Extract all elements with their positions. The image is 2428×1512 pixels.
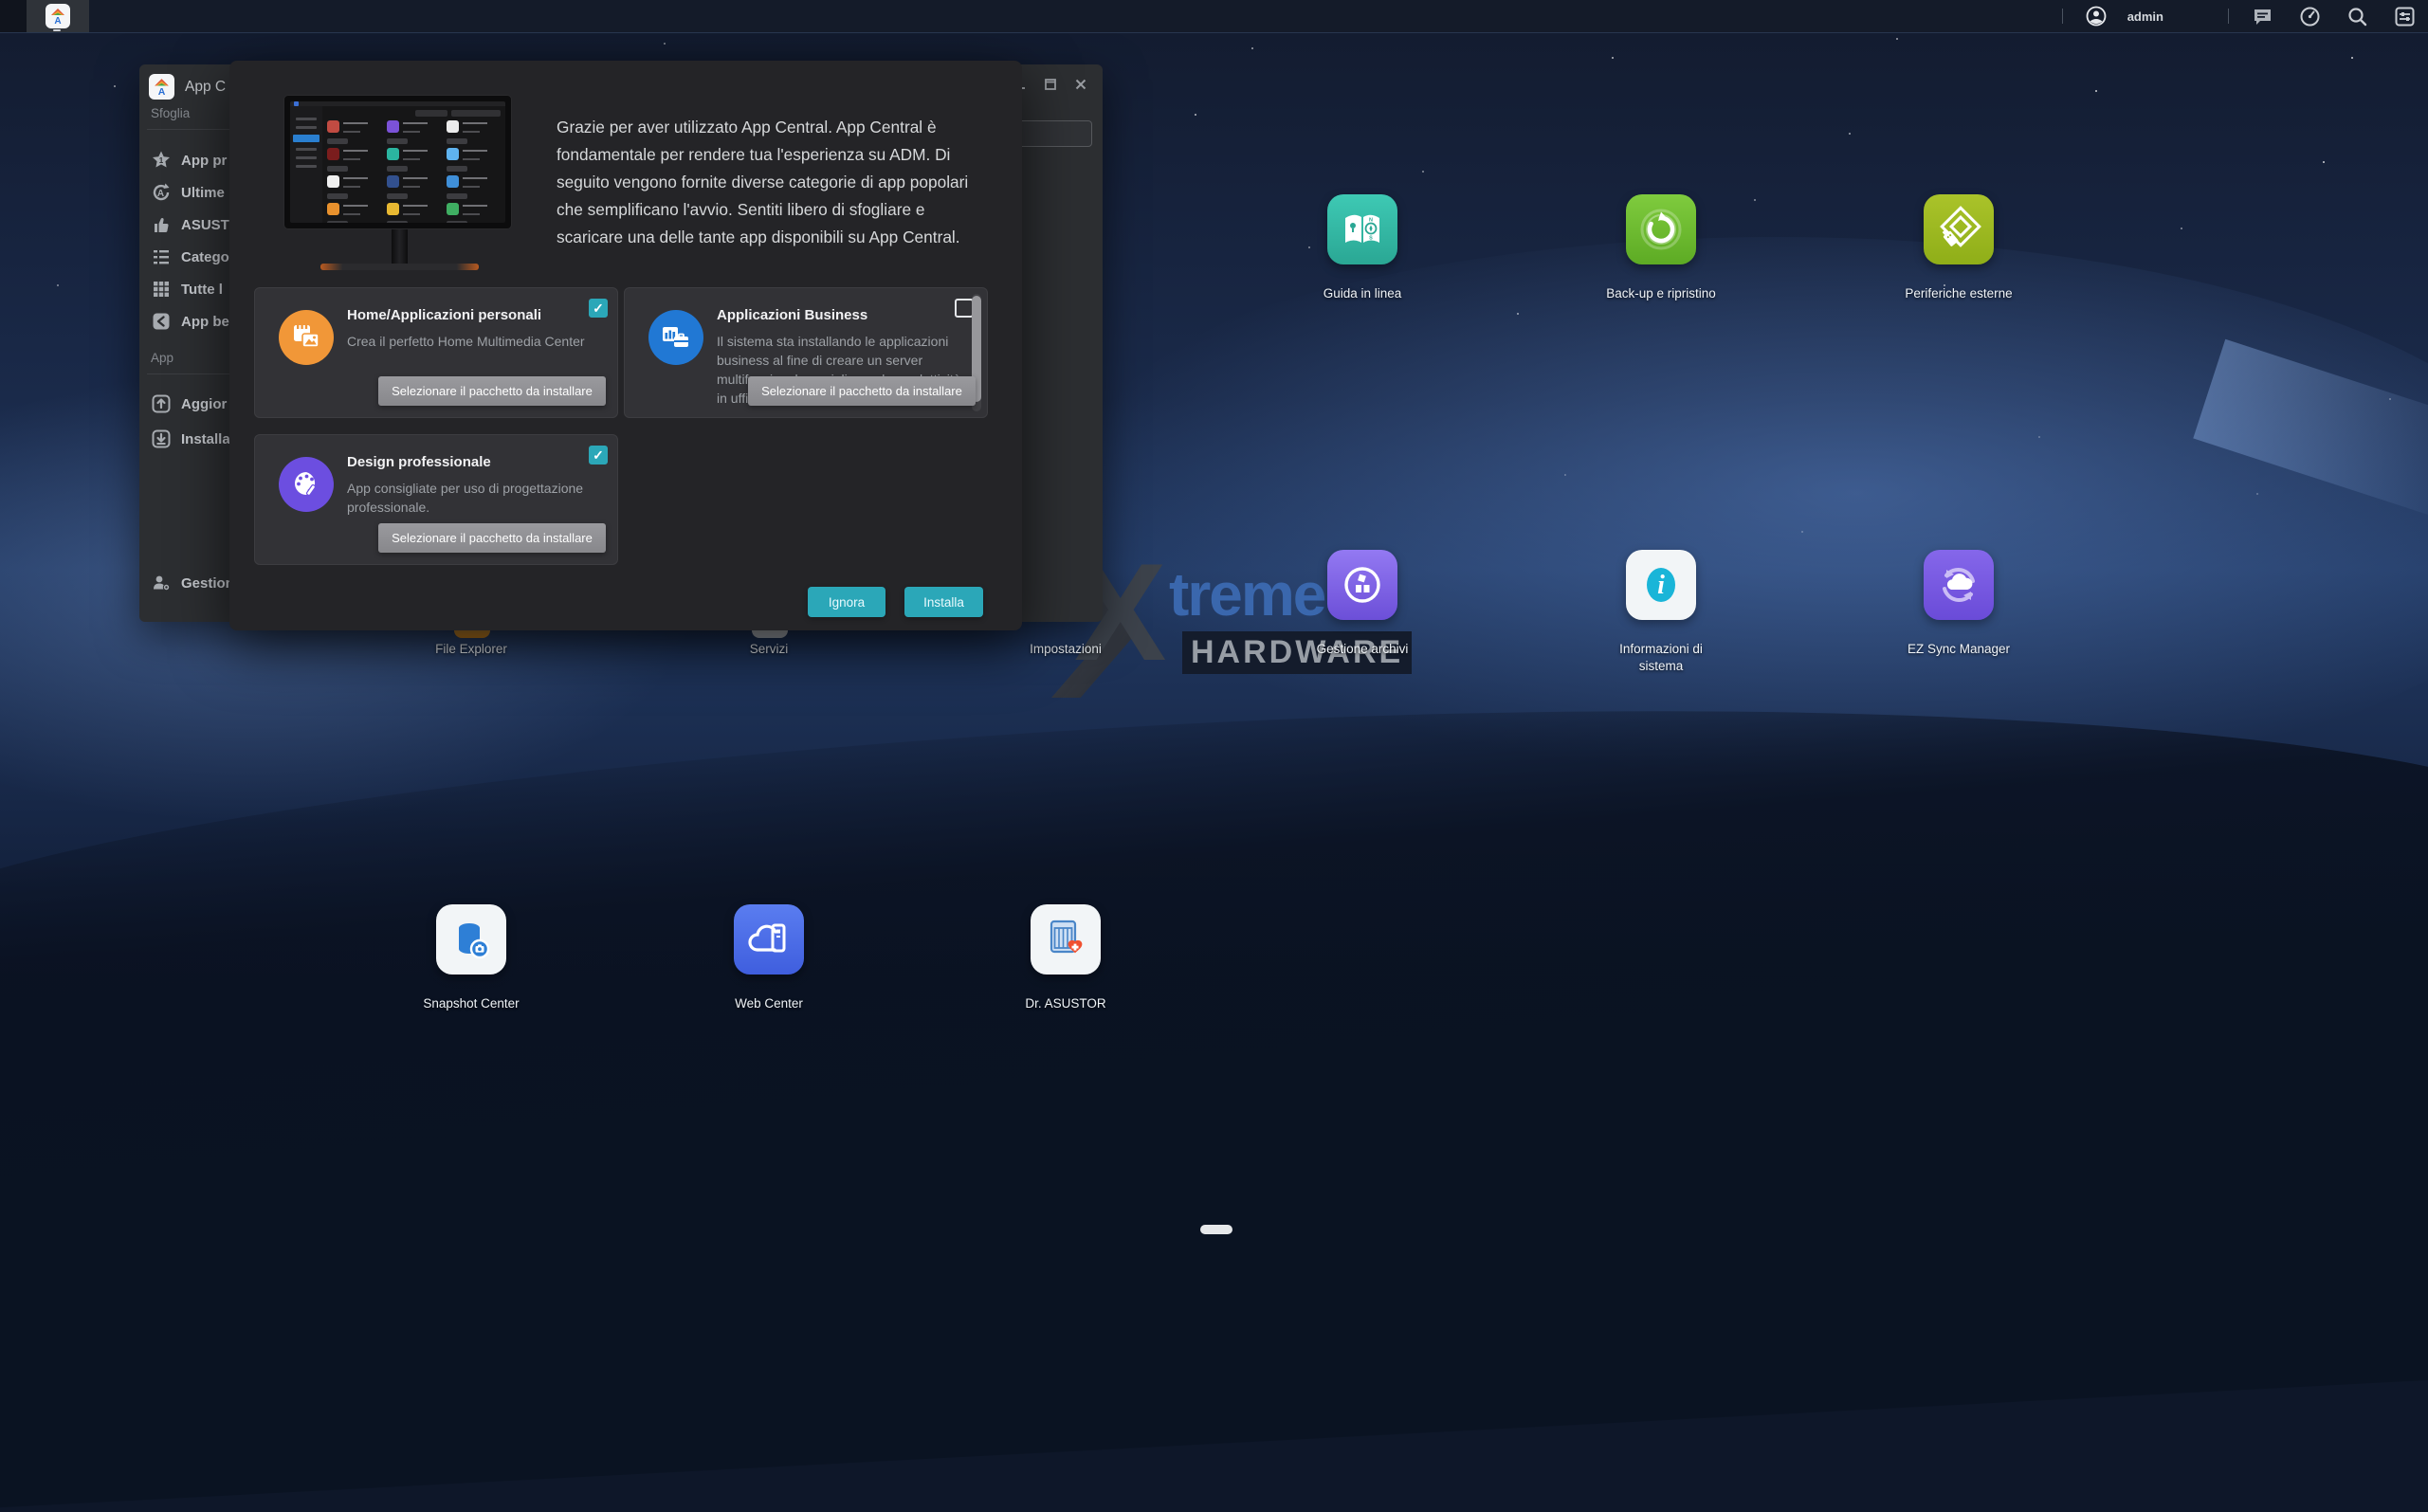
logged-in-user[interactable]: admin [2127, 9, 2163, 24]
taskbar-reveal-handle[interactable] [1200, 1225, 1232, 1234]
installed-icon [150, 428, 173, 450]
monitor-base [320, 264, 479, 270]
multimedia-icon [279, 310, 334, 365]
svg-text:i: i [1657, 571, 1665, 600]
desktop-icon-label: Dr. ASUSTOR [1025, 995, 1105, 1012]
latest-apps-icon: A [150, 181, 173, 204]
topbar-divider [2228, 9, 2229, 24]
desktop-icon-label: File Explorer [435, 641, 507, 658]
svg-text:1: 1 [159, 156, 164, 165]
desktop-icon-label: EZ Sync Manager [1908, 641, 2010, 658]
top-apps-star-icon: 1 [150, 149, 173, 172]
desktop-icon-snapshot-center[interactable]: Snapshot Center [410, 904, 533, 1012]
sidebar-header-browse: Sfoglia [151, 106, 190, 120]
desktop-icon-external-devices[interactable]: Periferiche esterne [1897, 194, 2020, 302]
select-package-button[interactable]: Selezionare il pacchetto da installare [748, 376, 976, 406]
asustor-logo-icon: A [46, 4, 70, 28]
system-information-icon: i [1626, 550, 1696, 620]
storage-manager-icon [1327, 550, 1397, 620]
online-help-icon: NS [1327, 194, 1397, 264]
desktop-icon-label: Servizi [750, 641, 789, 658]
resource-monitor-icon[interactable] [2298, 5, 2321, 27]
user-avatar-icon[interactable] [2085, 5, 2108, 27]
taskbar-corner [0, 0, 27, 32]
topbar-divider [2062, 9, 2063, 24]
sidebar-divider [147, 129, 242, 130]
maximize-icon[interactable] [1042, 76, 1059, 93]
categories-icon [150, 246, 173, 268]
card-checkbox[interactable] [589, 446, 608, 465]
card-checkbox[interactable] [955, 299, 974, 318]
user-management-icon [150, 572, 173, 594]
desktop-icon-storage-manager[interactable]: Gestione archivi [1301, 550, 1424, 658]
window-title: App C [185, 79, 226, 96]
category-card-design[interactable]: Design professionale App consigliate per… [254, 434, 618, 565]
desktop-icon-label: Guida in linea [1324, 285, 1402, 302]
backup-restore-icon [1626, 194, 1696, 264]
desktop-icon-label: Impostazioni [1030, 641, 1102, 658]
desktop-icon-online-help[interactable]: NS Guida in linea [1301, 194, 1424, 302]
select-package-button[interactable]: Selezionare il pacchetto da installare [378, 376, 606, 406]
taskbar: A admin [0, 0, 2428, 33]
app-central-welcome-dialog: Grazie per aver utilizzato App Central. … [229, 61, 1022, 630]
monitor-stand [392, 229, 408, 264]
external-devices-icon [1924, 194, 1994, 264]
sidebar-divider [147, 373, 242, 374]
ez-sync-icon [1924, 550, 1994, 620]
svg-text:A: A [158, 86, 166, 97]
category-card-home-personal[interactable]: Home/Applicazioni personali Crea il perf… [254, 287, 618, 418]
install-button[interactable]: Installa [904, 587, 983, 617]
sidebar-header-app: App [151, 351, 173, 365]
desktop-icon-backup-restore[interactable]: Back-up e ripristino [1599, 194, 1723, 302]
svg-text:S: S [1369, 236, 1373, 242]
app-central-preview-illustration [283, 95, 512, 229]
desktop-icon-label: Informazioni di sistema [1601, 641, 1721, 675]
ignore-button[interactable]: Ignora [808, 587, 885, 617]
select-package-button[interactable]: Selezionare il pacchetto da installare [378, 523, 606, 553]
app-central-window-icon: A [149, 74, 174, 100]
dialog-intro-text: Grazie per aver utilizzato App Central. … [557, 114, 988, 251]
business-icon [648, 310, 703, 365]
notifications-icon[interactable] [2251, 5, 2273, 27]
desktop-icon-system-information[interactable]: i Informazioni di sistema [1599, 550, 1723, 675]
design-icon [279, 457, 334, 512]
desktop-icon-label: Back-up e ripristino [1606, 285, 1716, 302]
dr-asustor-icon [1031, 904, 1101, 975]
desktop-icon-dr-asustor[interactable]: Dr. ASUSTOR [1004, 904, 1127, 1012]
desktop-icon-label: Snapshot Center [423, 995, 519, 1012]
desktop-icon-web-center[interactable]: Web Center [707, 904, 831, 1012]
asustor-recommended-icon [150, 213, 173, 236]
desktop-icon-label: Periferiche esterne [1905, 285, 2012, 302]
desktop-icon-ez-sync[interactable]: EZ Sync Manager [1897, 550, 2020, 658]
search-icon[interactable] [2346, 5, 2368, 27]
beta-apps-icon [150, 310, 173, 333]
desktop-icon-label: Gestione archivi [1317, 641, 1409, 658]
card-checkbox[interactable] [589, 299, 608, 318]
category-card-business[interactable]: Applicazioni Business Il sistema sta ins… [624, 287, 988, 418]
svg-text:A: A [157, 189, 164, 199]
all-apps-icon [150, 278, 173, 301]
web-center-icon [734, 904, 804, 975]
desktop-icon-label: Web Center [735, 995, 803, 1012]
snapshot-center-icon [436, 904, 506, 975]
svg-text:N: N [1369, 218, 1373, 224]
preferences-icon[interactable] [2393, 5, 2416, 27]
close-icon[interactable] [1072, 76, 1089, 93]
taskbar-app-central-tab[interactable]: A [27, 0, 89, 32]
updates-icon [150, 392, 173, 415]
svg-text:A: A [54, 16, 61, 26]
active-app-indicator [53, 29, 61, 31]
